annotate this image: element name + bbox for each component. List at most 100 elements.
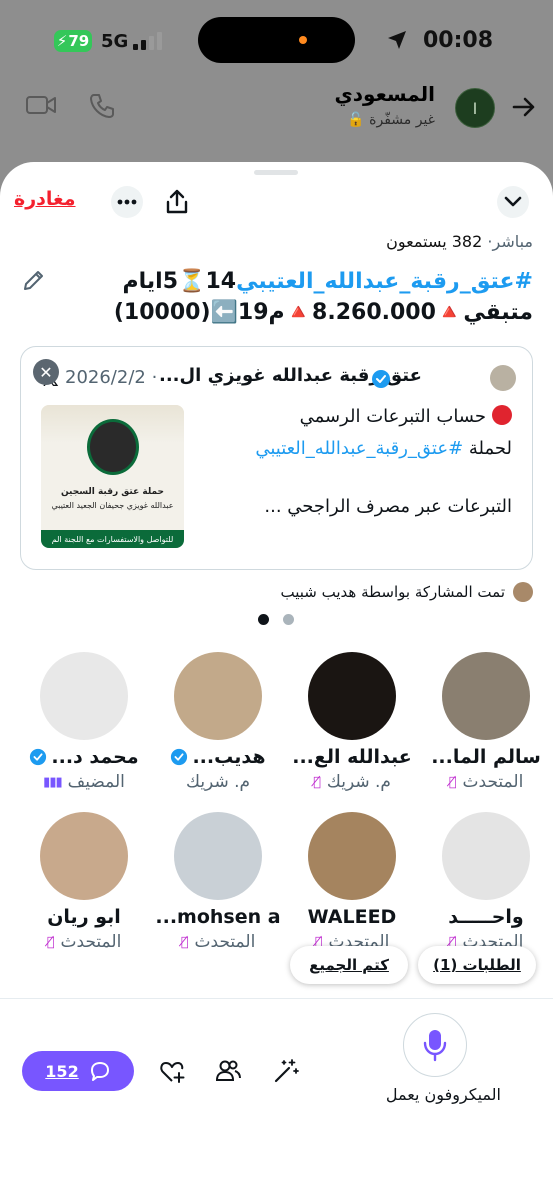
clock: 00:08 [422, 28, 493, 53]
tweet-date-text: 2026/2/2 [65, 367, 146, 388]
listener-count: 382 يستمعون [386, 232, 483, 251]
video-call-icon[interactable] [26, 92, 56, 118]
red-circle-icon [492, 405, 512, 425]
heart-plus-icon[interactable] [158, 1057, 186, 1085]
unpin-close-icon[interactable]: ✕ [33, 359, 59, 385]
status-bar: ⚡ 79 5G 00:08 [0, 0, 553, 80]
verified-badge-icon [372, 370, 390, 388]
live-status: مباشر· 382 يستمعون [386, 232, 533, 251]
chevron-down-icon [504, 196, 522, 207]
image-subtitle: عبدالله غويزي جحيفان الجعيد العتيبي [51, 501, 174, 510]
participant-role-row: المتحدث 🎙̸ [24, 932, 144, 952]
share-icon [166, 189, 188, 214]
sheet-drag-handle[interactable] [254, 170, 298, 175]
microphone-button[interactable] [403, 1013, 467, 1077]
participant[interactable]: سالم الما... المتحدث 🎙̸ [426, 652, 546, 792]
participant[interactable]: محمد د... المضيف ▮▮▮ [24, 652, 144, 792]
comment-bubble-icon [90, 1062, 109, 1081]
tweet-body: حساب التبرعات الرسمي لحملة #عتق_رقبة_عبد… [212, 401, 512, 523]
image-banner: للتواصل والاستفسارات مع اللجنة الم [41, 530, 184, 548]
requests-label: الطلبات (1) [433, 956, 521, 974]
lock-icon: 🔓 [347, 112, 365, 128]
participant-avatar[interactable] [308, 652, 396, 740]
pinned-tweet-card[interactable]: 𝕏 2026/2/2 · عتق رقبة عبدالله غويزي ال..… [20, 346, 533, 570]
signal-icon [133, 32, 162, 50]
participant-avatar[interactable] [442, 812, 530, 900]
participant-role: م. شريك [186, 772, 251, 792]
verified-badge-icon [171, 748, 188, 766]
dm-name[interactable]: المسعودي [334, 82, 435, 106]
participant-name-row: سالم الما... [426, 746, 546, 768]
participant-avatar[interactable] [442, 652, 530, 740]
participant-name-row: WALEED [292, 906, 412, 928]
participant[interactable]: واحـــــد المتحدث 🎙̸ [426, 812, 546, 952]
location-arrow-icon [388, 31, 406, 49]
dm-encryption-label: غير مشفّرة [369, 112, 435, 128]
mic-muted-icon: 🎙̸ [46, 934, 55, 950]
participant-role: المتحدث [60, 932, 122, 952]
collapse-button[interactable] [497, 186, 529, 218]
sharer-avatar [513, 582, 533, 602]
participant-role-row: م. شريك [158, 772, 278, 792]
dm-avatar[interactable]: I [455, 88, 495, 128]
carousel-dot-active[interactable] [258, 614, 269, 625]
comments-button[interactable]: 152 [22, 1051, 134, 1091]
participant-name-row: واحـــــد [426, 906, 546, 928]
requests-button[interactable]: الطلبات (1) [418, 946, 536, 984]
bottom-controls: الميكروفون يعمل 152 [0, 998, 553, 1200]
participant-name-row: ابو ريان [24, 906, 144, 928]
participant-avatar[interactable] [40, 812, 128, 900]
participant[interactable]: ابو ريان المتحدث 🎙̸ [24, 812, 144, 952]
participant-role-row: المضيف ▮▮▮ [24, 772, 144, 792]
participant-name: mohsen a... [155, 906, 281, 928]
comment-count: 152 [45, 1061, 79, 1081]
back-arrow-icon[interactable] [511, 94, 537, 120]
participant-avatar[interactable] [40, 652, 128, 740]
recording-dot-icon [299, 36, 307, 44]
tweet-header: 𝕏 2026/2/2 · عتق رقبة عبدالله غويزي ال..… [35, 365, 518, 392]
participant-name: سالم الما... [431, 746, 541, 768]
dm-encryption-status: 🔓 غير مشفّرة [347, 112, 435, 128]
title-hashtag[interactable]: #عتق_رقبة_عبدالله_العتيبي [236, 269, 533, 294]
participant-name: هديب... [192, 746, 266, 768]
participant-avatar[interactable] [174, 652, 262, 740]
participant[interactable]: عبدالله الع... م. شريك 🎙̸ [292, 652, 412, 792]
portrait-image [87, 419, 139, 475]
tweet-image[interactable]: حملة عتق رقبة السجين عبدالله غويزي جحيفا… [41, 405, 184, 548]
mic-muted-icon: 🎙̸ [180, 934, 189, 950]
phone-call-icon[interactable] [88, 92, 116, 120]
edit-pencil-icon[interactable] [22, 268, 46, 292]
sparkle-wand-icon[interactable] [272, 1057, 300, 1085]
participant-name-row: mohsen a... [155, 906, 281, 928]
tweet-line-3: التبرعات عبر مصرف الراجحي ... [264, 496, 512, 517]
participant-role-row: المتحدث 🎙̸ [426, 772, 546, 792]
dm-avatar-letter: I [472, 98, 478, 118]
carousel-dot[interactable] [283, 614, 294, 625]
tweet-author-avatar[interactable] [490, 365, 516, 391]
participant-name: ابو ريان [47, 906, 121, 928]
participant[interactable]: هديب... م. شريك [158, 652, 278, 792]
participant[interactable]: WALEED المتحدث 🎙̸ [292, 812, 412, 952]
mic-muted-icon: 🎙̸ [313, 774, 321, 790]
more-options-button[interactable] [111, 186, 143, 218]
shared-by: تمت المشاركة بواسطة هديب شبيب [281, 582, 533, 602]
tweet-line-2-prefix: لحملة [463, 438, 512, 459]
participant-avatar[interactable] [308, 812, 396, 900]
battery-bolt-icon: ⚡ [56, 32, 68, 50]
tweet-hashtag[interactable]: #عتق_رقبة_عبدالله_العتيبي [255, 438, 463, 459]
people-icon[interactable] [214, 1057, 242, 1085]
leave-button[interactable]: مغادرة [14, 188, 76, 210]
battery-level: 79 [68, 32, 90, 50]
participant[interactable]: mohsen a... المتحدث 🎙̸ [155, 812, 281, 952]
carousel-dots [258, 614, 294, 625]
participant-role-row: م. شريك 🎙̸ [292, 772, 412, 792]
share-button[interactable] [161, 186, 193, 218]
participant-name: WALEED [307, 906, 397, 928]
participant-name: عبدالله الع... [292, 746, 412, 768]
mute-all-button[interactable]: كتم الجميع [290, 946, 408, 984]
microphone-icon [423, 1030, 447, 1062]
ellipsis-icon [117, 199, 137, 205]
participant-name-row: عبدالله الع... [292, 746, 412, 768]
speaking-wave-icon: ▮▮▮ [43, 774, 62, 790]
participant-avatar[interactable] [174, 812, 262, 900]
